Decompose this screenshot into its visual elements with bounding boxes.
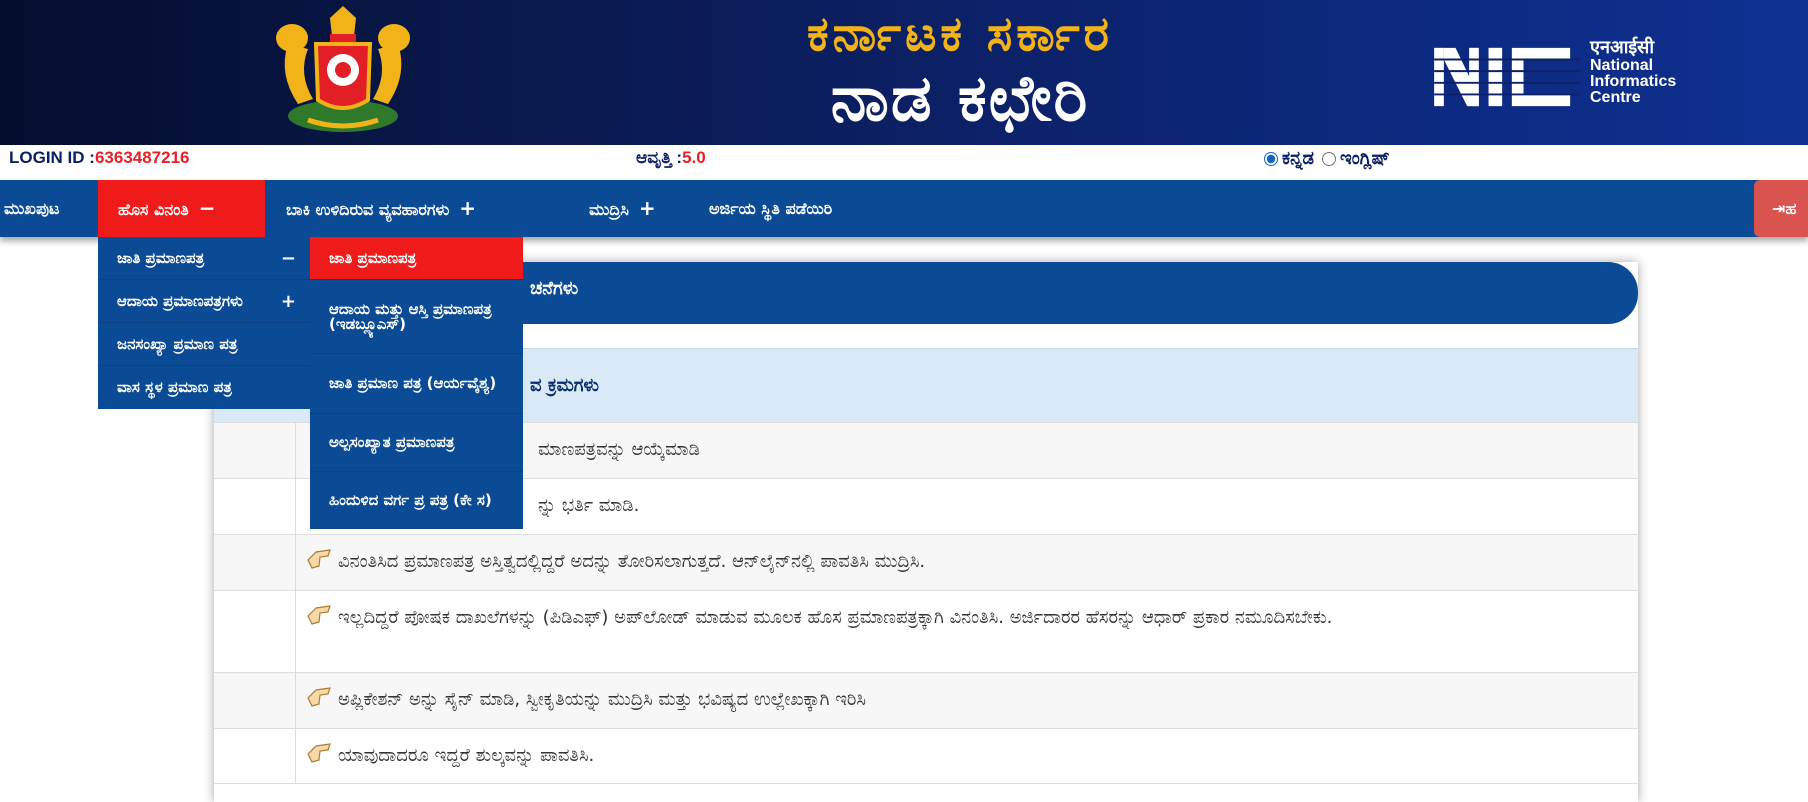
hand-pointer-icon [307,605,331,625]
submenu-item-aryavysya-certificate[interactable]: ಜಾತಿ ಪ್ರಮಾಣ ಪತ್ರ (ಆರ್ಯವೈಶ್ಯ) [310,354,523,414]
header-banner: ಕರ್ನಾಟಕ ಸರ್ಕಾರ ನಾಡ ಕಛೇರಿ एनआईसी National… [0,0,1808,145]
karnataka-emblem-icon [276,6,410,132]
lang-english-radio[interactable] [1322,151,1337,166]
lang-kannada-label[interactable]: ಕನ್ನಡ [1282,148,1314,169]
nav-application-status[interactable]: ಅರ್ಜಿಯ ಸ್ಥಿತಿ ಪಡೆಯಿರಿ [709,180,832,237]
dropdown-item-caste-certificate[interactable]: ಜಾತಿ ಪ್ರಮಾಣಪತ್ರ − [98,237,310,280]
minus-icon: − [198,196,216,220]
government-title: ಕರ್ನಾಟಕ ಸರ್ಕಾರ [806,6,1114,62]
submenu-item-caste-certificate[interactable]: ಜಾತಿ ಪ್ರಮಾಣಪತ್ರ [310,237,523,280]
instruction-row: ಇಲ್ಲದಿದ್ದರೆ ಪೋಷಕ ದಾಖಲೆಗಳನ್ನು (ಪಿಡಿಎಫ್) ಅ… [214,590,1638,672]
main-nav: ಮುಖಪುಟ ಹೊಸ ವಿನಂತಿ − ಬಾಕಿ ಉಳಿದಿರುವ ವ್ಯವಹಾರ… [0,180,1808,237]
caste-certificate-submenu: ಜಾತಿ ಪ್ರಮಾಣಪತ್ರ ಆದಾಯ ಮತ್ತು ಆಸ್ತಿ ಪ್ರಮಾಣಪ… [310,237,523,529]
portal-title: ನಾಡ ಕಛೇರಿ [830,62,1090,136]
dropdown-item-residence-certificate[interactable]: ವಾಸ ಸ್ಥಳ ಪ್ರಮಾಣ ಪತ್ರ [98,366,310,409]
nav-new-request[interactable]: ಹೊಸ ವಿನಂತಿ − [98,180,265,237]
plus-icon: + [638,196,656,220]
logout-button[interactable]: ⇥ಹ [1754,180,1808,237]
nic-logo: एनआईसी National Informatics Centre [1432,36,1732,116]
info-bar [0,145,1808,179]
logout-icon: ⇥ [1772,199,1786,218]
instruction-row: ಯಾವುದಾದರೂ ಇದ್ದರೆ ಶುಲ್ಕವನ್ನು ಪಾವತಿಸಿ. [214,728,1638,784]
submenu-item-ews-certificate[interactable]: ಆದಾಯ ಮತ್ತು ಆಸ್ತಿ ಪ್ರಮಾಣಪತ್ರ (ಇಡಬ್ಲ್ಯೂಎಸ್… [310,280,523,354]
lang-kannada-radio[interactable] [1264,151,1278,166]
hand-pointer-icon [307,743,331,763]
minus-icon: − [280,248,296,269]
hand-pointer-icon [307,687,331,707]
login-id: LOGIN ID :6363487216 [9,148,190,167]
nic-letters-icon [1434,47,1580,107]
submenu-item-backward-class-certificate[interactable]: ಹಿಂದುಳಿದ ವರ್ಗ ಪ್ರ ಪತ್ರ (ಕೇ ಸ) [310,472,523,529]
language-selector: ಕನ್ನಡ ಇಂಗ್ಲಿಷ್ [1264,148,1390,169]
plus-icon: + [459,196,477,220]
dropdown-item-income-certificates[interactable]: ಆದಾಯ ಪ್ರಮಾಣಪತ್ರಗಳು + [98,280,310,323]
nav-home[interactable]: ಮುಖಪುಟ [0,180,67,237]
new-request-dropdown: ಜಾತಿ ಪ್ರಮಾಣಪತ್ರ − ಆದಾಯ ಪ್ರಮಾಣಪತ್ರಗಳು + ಜನಸ… [98,237,310,409]
submenu-item-minority-certificate[interactable]: ಅಲ್ಪಸಂಖ್ಯಾತ ಪ್ರಮಾಣಪತ್ರ [310,414,523,472]
hand-pointer-icon [307,549,331,569]
lang-english-label[interactable]: ಇಂಗ್ಲಿಷ್ [1340,148,1390,169]
nav-pending-transactions[interactable]: ಬಾಕಿ ಉಳಿದಿರುವ ವ್ಯವಹಾರಗಳು + [286,180,476,237]
nav-print[interactable]: ಮುದ್ರಿಸಿ + [589,180,656,237]
app-version: ಆವೃತ್ತಿ :5.0 [636,148,706,167]
dropdown-item-population-certificate[interactable]: ಜನಸಂಖ್ಯಾ ಪ್ರಮಾಣ ಪತ್ರ [98,323,310,366]
plus-icon: + [280,291,296,312]
nic-text: एनआईसी National Informatics Centre [1590,37,1677,106]
instruction-row: ಅಪ್ಲಿಕೇಶನ್ ಅನ್ನು ಸೈನ್ ಮಾಡಿ, ಸ್ವೀಕೃತಿಯನ್ನ… [214,672,1638,728]
instruction-row: ವಿನಂತಿಸಿದ ಪ್ರಮಾಣಪತ್ರ ಅಸ್ತಿತ್ವದಲ್ಲಿದ್ದರೆ … [214,534,1638,590]
